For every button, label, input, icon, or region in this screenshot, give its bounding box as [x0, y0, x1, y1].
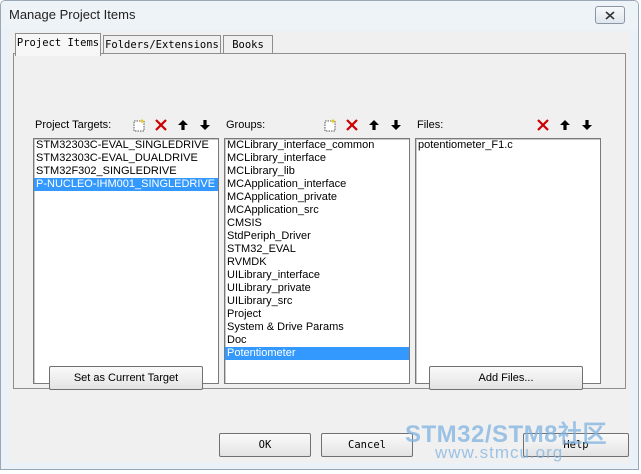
groups-list-item[interactable]: System & Drive Params	[225, 321, 409, 334]
move-target-up-button[interactable]	[173, 116, 193, 134]
groups-list-item[interactable]: MCApplication_private	[225, 191, 409, 204]
files-list[interactable]: potentiometer_F1.c	[415, 138, 601, 384]
groups-label: Groups:	[226, 119, 266, 131]
new-item-icon	[324, 118, 336, 132]
dialog-window: Manage Project Items Project Items Folde…	[0, 0, 639, 470]
arrow-up-icon	[369, 120, 379, 130]
targets-label: Project Targets:	[35, 119, 112, 131]
groups-list-item[interactable]: Project	[225, 308, 409, 321]
groups-list-item[interactable]: MCApplication_interface	[225, 178, 409, 191]
ok-button[interactable]: OK	[219, 433, 311, 457]
tab-folders-extensions[interactable]: Folders/Extensions	[103, 35, 221, 54]
help-button[interactable]: Help	[523, 433, 629, 457]
new-item-icon	[133, 118, 145, 132]
groups-list-item[interactable]: Doc	[225, 334, 409, 347]
project-items-panel: Project Targets: STM32303C-EVAL_SINGLEDR…	[13, 53, 626, 389]
arrow-down-icon	[582, 120, 592, 130]
delete-icon	[537, 119, 549, 131]
add-files-button[interactable]: Add Files...	[429, 366, 583, 390]
delete-group-button[interactable]	[342, 116, 362, 134]
targets-header: Project Targets:	[33, 116, 217, 134]
arrow-down-icon	[200, 120, 210, 130]
delete-target-button[interactable]	[151, 116, 171, 134]
groups-list-item[interactable]: UILibrary_src	[225, 295, 409, 308]
dialog-client: Project Items Folders/Extensions Books P…	[9, 31, 630, 463]
delete-icon	[346, 119, 358, 131]
tab-books[interactable]: Books	[223, 35, 273, 54]
groups-list-item[interactable]: RVMDK	[225, 256, 409, 269]
move-group-up-button[interactable]	[364, 116, 384, 134]
tab-project-items[interactable]: Project Items	[15, 33, 101, 56]
groups-list-item[interactable]: UILibrary_private	[225, 282, 409, 295]
groups-list-item[interactable]: UILibrary_interface	[225, 269, 409, 282]
arrow-up-icon	[178, 120, 188, 130]
targets-list-item[interactable]: STM32F302_SINGLEDRIVE	[34, 165, 218, 178]
targets-list[interactable]: STM32303C-EVAL_SINGLEDRIVE STM32303C-EVAL…	[33, 138, 219, 384]
groups-list-item[interactable]: MCLibrary_interface	[225, 152, 409, 165]
groups-list-item[interactable]: MCLibrary_interface_common	[225, 139, 409, 152]
files-list-item[interactable]: potentiometer_F1.c	[416, 139, 600, 152]
targets-list-item[interactable]: P-NUCLEO-IHM001_SINGLEDRIVE	[34, 178, 218, 191]
groups-list-item[interactable]: Potentiometer	[225, 347, 409, 360]
close-icon	[605, 10, 615, 20]
arrow-up-icon	[560, 120, 570, 130]
groups-list[interactable]: MCLibrary_interface_common MCLibrary_inte…	[224, 138, 410, 384]
delete-icon	[155, 119, 167, 131]
new-group-button[interactable]	[320, 116, 340, 134]
files-header: Files:	[415, 116, 599, 134]
new-target-button[interactable]	[129, 116, 149, 134]
groups-header: Groups:	[224, 116, 408, 134]
targets-list-item[interactable]: STM32303C-EVAL_DUALDRIVE	[34, 152, 218, 165]
targets-list-item[interactable]: STM32303C-EVAL_SINGLEDRIVE	[34, 139, 218, 152]
groups-list-item[interactable]: MCLibrary_lib	[225, 165, 409, 178]
move-file-down-button[interactable]	[577, 116, 597, 134]
arrow-down-icon	[391, 120, 401, 130]
groups-list-item[interactable]: StdPeriph_Driver	[225, 230, 409, 243]
move-group-down-button[interactable]	[386, 116, 406, 134]
delete-file-button[interactable]	[533, 116, 553, 134]
files-label: Files:	[417, 119, 444, 131]
close-button[interactable]	[595, 6, 625, 24]
groups-list-item[interactable]: STM32_EVAL	[225, 243, 409, 256]
move-file-up-button[interactable]	[555, 116, 575, 134]
groups-list-item[interactable]: CMSIS	[225, 217, 409, 230]
title-bar[interactable]: Manage Project Items	[1, 1, 638, 29]
set-current-target-button[interactable]: Set as Current Target	[49, 366, 203, 390]
groups-list-item[interactable]: MCApplication_src	[225, 204, 409, 217]
cancel-button[interactable]: Cancel	[321, 433, 413, 457]
move-target-down-button[interactable]	[195, 116, 215, 134]
window-title: Manage Project Items	[9, 7, 136, 22]
